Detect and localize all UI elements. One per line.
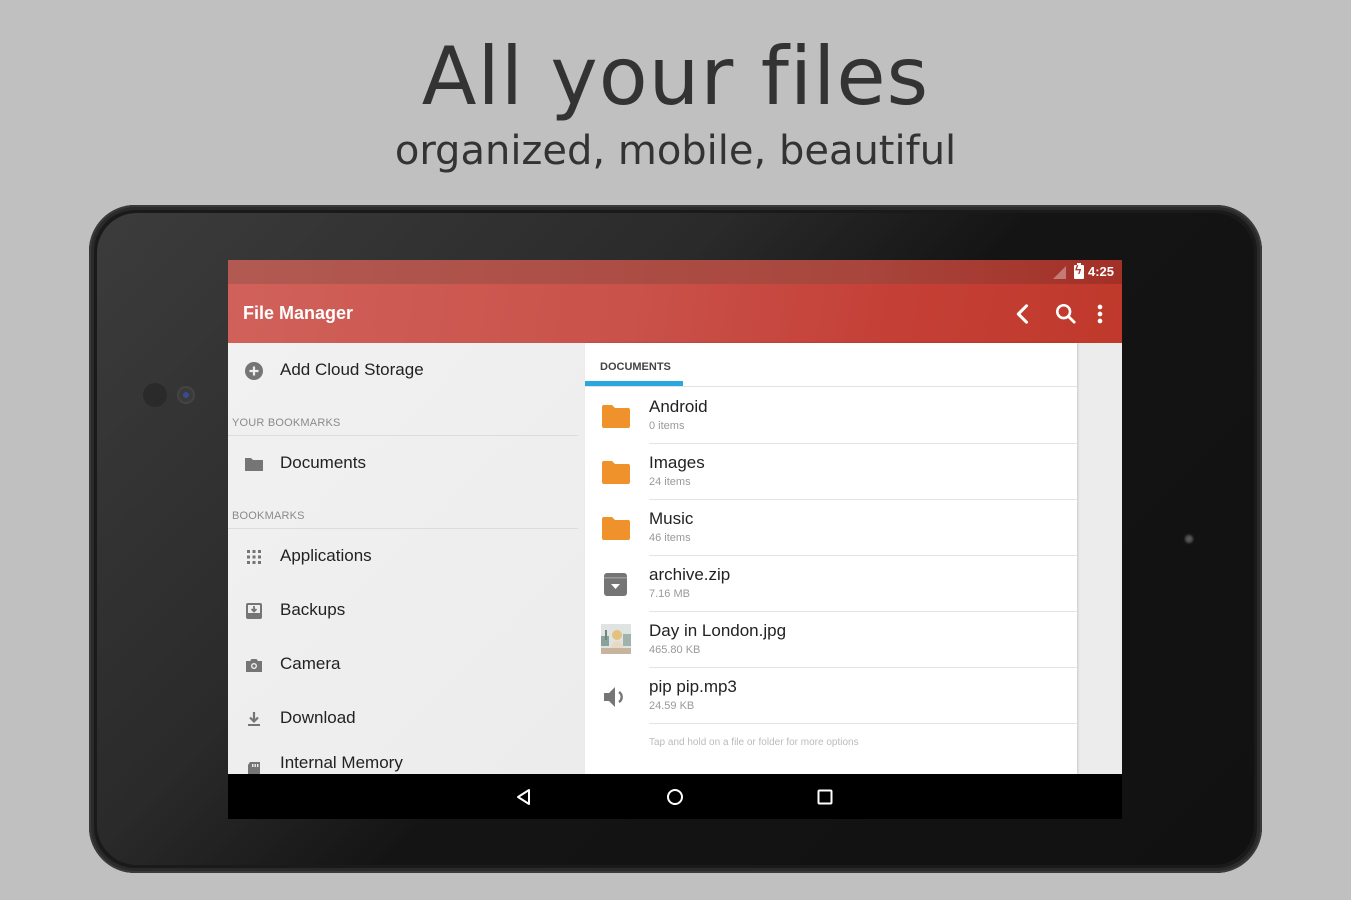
nav-home-button[interactable] (664, 786, 686, 808)
add-circle-icon (244, 361, 264, 381)
sidebar-item-label: Backups (280, 600, 346, 619)
sidebar-item-label: Camera (280, 654, 341, 673)
file-name: archive.zip (649, 565, 731, 584)
search-icon (1055, 303, 1076, 324)
folder-icon (601, 404, 631, 430)
system-nav-bar (228, 774, 1122, 819)
battery-charging-icon (1074, 263, 1084, 279)
file-row-images[interactable]: Images 24 items (585, 444, 1077, 500)
camera-icon (244, 655, 264, 675)
sidebar-item-backups[interactable]: Backups (228, 591, 585, 631)
volume-icon (601, 684, 631, 710)
nav-back-button[interactable] (513, 786, 535, 808)
folder-icon (601, 460, 631, 486)
file-meta: 0 items (649, 420, 685, 432)
sidebar-item-documents[interactable]: Documents (228, 444, 585, 484)
backup-inbox-icon (244, 601, 264, 621)
more-options-button[interactable] (1086, 300, 1114, 328)
file-meta: 46 items (649, 532, 691, 544)
divider (649, 723, 1077, 724)
tablet-sensor (143, 383, 167, 407)
sidebar-item-label: Add Cloud Storage (280, 360, 424, 379)
more-vert-icon (1097, 304, 1103, 324)
panel-gutter (1077, 343, 1122, 774)
folder-icon (244, 454, 264, 474)
file-row-archive[interactable]: archive.zip 7.16 MB (585, 556, 1077, 612)
app-bar: File Manager (228, 284, 1122, 343)
promo-headline: All your files (421, 30, 930, 123)
image-thumbnail (601, 624, 631, 654)
file-row-music[interactable]: Music 46 items (585, 500, 1077, 556)
signal-icon (1053, 266, 1066, 279)
sidebar-item-download[interactable]: Download (228, 699, 585, 739)
add-cloud-storage-item[interactable]: Add Cloud Storage (228, 351, 585, 391)
search-button[interactable] (1052, 300, 1080, 328)
navigation-drawer: Add Cloud Storage YOUR BOOKMARKS Documen… (228, 343, 585, 780)
your-bookmarks-header: YOUR BOOKMARKS (232, 417, 341, 429)
file-meta: 24.59 KB (649, 700, 695, 712)
sidebar-item-label: Internal Memory (280, 753, 403, 772)
file-meta: 7.16 MB (649, 588, 690, 600)
status-bar: 4:25 (228, 260, 1122, 284)
back-button[interactable] (1009, 300, 1037, 328)
file-name: Android (649, 397, 708, 416)
promo-subheadline: organized, mobile, beautiful (394, 128, 957, 174)
file-name: Music (649, 509, 694, 528)
file-row-android[interactable]: Android 0 items (585, 388, 1077, 444)
sidebar-item-camera[interactable]: Camera (228, 645, 585, 685)
nav-home-icon (667, 789, 683, 805)
sidebar-item-label: Applications (280, 546, 372, 565)
back-icon (1016, 304, 1029, 324)
divider (228, 528, 578, 529)
tab-documents[interactable]: DOCUMENTS (600, 361, 671, 373)
sidebar-item-label: Download (280, 708, 356, 727)
folder-icon (601, 516, 631, 542)
file-name: Day in London.jpg (649, 621, 787, 640)
divider (228, 435, 578, 436)
file-row-audio[interactable]: pip pip.mp3 24.59 KB (585, 668, 1077, 724)
download-icon (244, 709, 264, 729)
nav-back-icon (517, 789, 530, 805)
front-camera-icon (177, 386, 195, 404)
status-time: 4:25 (1087, 264, 1114, 279)
device-screen: 4:25 File Manager Add Cloud Storage YOUR… (228, 260, 1122, 819)
usage-hint: Tap and hold on a file or folder for mor… (649, 737, 859, 748)
sidebar-item-label: Documents (280, 453, 366, 472)
archive-icon (601, 572, 631, 598)
tab-divider (585, 386, 1077, 387)
file-name: Images (649, 453, 705, 472)
file-meta: 24 items (649, 476, 691, 488)
apps-grid-icon (244, 547, 264, 567)
file-meta: 465.80 KB (649, 644, 701, 656)
nav-recents-button[interactable] (814, 786, 836, 808)
nav-recents-icon (817, 789, 833, 805)
bookmarks-header: BOOKMARKS (232, 510, 305, 522)
sidebar-item-applications[interactable]: Applications (228, 537, 585, 577)
file-name: pip pip.mp3 (649, 677, 737, 696)
light-sensor (1185, 535, 1193, 543)
file-row-image[interactable]: Day in London.jpg 465.80 KB (585, 612, 1077, 668)
app-title: File Manager (243, 303, 354, 323)
file-list-panel: DOCUMENTS Android 0 items Images 24 item… (585, 343, 1077, 774)
